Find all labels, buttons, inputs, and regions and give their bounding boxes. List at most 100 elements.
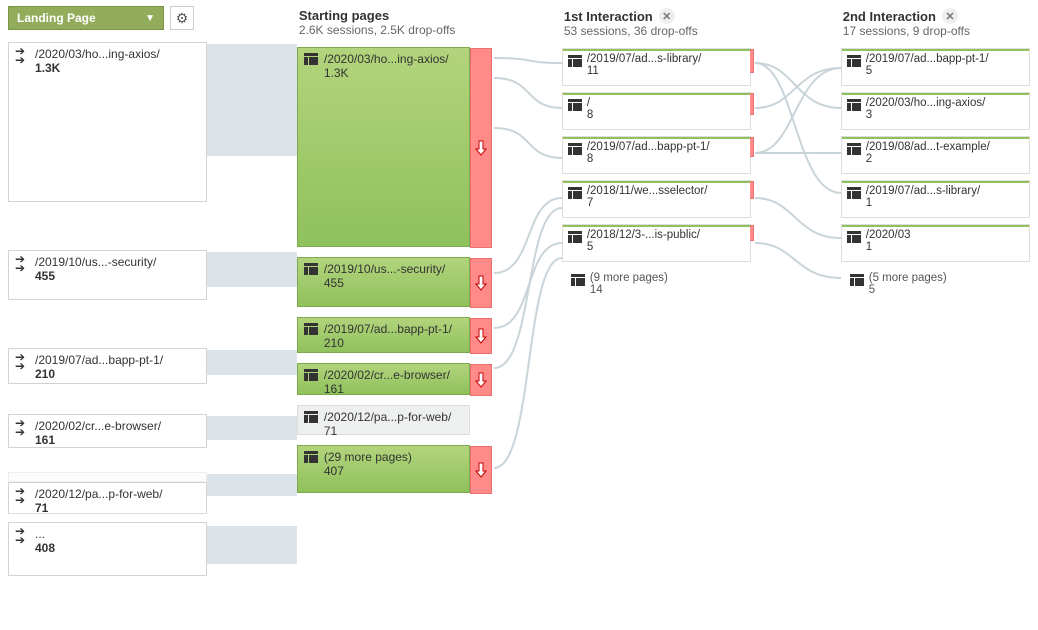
- interaction-node[interactable]: /2019/08/ad...t-example/2: [841, 136, 1030, 174]
- dropoff-arrow-icon: [475, 328, 487, 344]
- page-icon: [847, 99, 861, 111]
- dropoff-indicator[interactable]: [470, 318, 492, 354]
- interaction-node[interactable]: /2019/07/ad...bapp-pt-1/8: [562, 136, 751, 174]
- node-value: 210: [35, 367, 200, 381]
- node-value: 3: [866, 109, 1025, 121]
- node-path: /: [587, 97, 746, 109]
- node-value: 407: [324, 464, 465, 478]
- page-icon: [568, 231, 582, 243]
- starting-page-node[interactable]: /2019/10/us...-security/455: [297, 257, 470, 307]
- dropoff-arrow-icon: [475, 462, 487, 478]
- dropoff-arrow-icon: [475, 275, 487, 291]
- node-path: /2019/08/ad...t-example/: [866, 141, 1025, 153]
- node-value: 1: [866, 197, 1025, 209]
- flow-connector: [207, 44, 297, 156]
- landing-node[interactable]: ➔➔...408: [8, 522, 207, 576]
- node-value: 161: [324, 382, 465, 396]
- dropoff-arrow-icon: [475, 140, 487, 156]
- interaction-node[interactable]: /2020/031: [841, 224, 1030, 262]
- flow-connector: [207, 416, 297, 440]
- flow-connector: [207, 350, 297, 375]
- page-icon: [304, 323, 318, 335]
- page-icon: [850, 274, 864, 286]
- stage-title-2nd: 2nd Interaction: [843, 9, 936, 24]
- node-value: 71: [35, 501, 200, 515]
- node-path: /2019/07/ad...bapp-pt-1/: [866, 53, 1025, 65]
- more-pages-row[interactable]: (5 more pages)5: [841, 268, 1030, 300]
- page-icon: [304, 53, 318, 65]
- page-icon: [568, 99, 582, 111]
- node-value: 5: [587, 241, 746, 253]
- node-value: 161: [35, 433, 200, 447]
- landing-node[interactable]: ➔➔/2019/07/ad...bapp-pt-1/210: [8, 348, 207, 384]
- landing-node[interactable]: ➔➔/2020/02/cr...e-browser/161: [8, 414, 207, 448]
- page-icon: [847, 55, 861, 67]
- interaction-node[interactable]: /2019/07/ad...s-library/11: [562, 48, 751, 86]
- page-icon: [568, 187, 582, 199]
- interaction-node[interactable]: /8: [562, 92, 751, 130]
- flow-connector: [207, 474, 297, 496]
- node-path: /2020/12/pa...p-for-web/: [35, 487, 200, 501]
- flow-arrows-icon: ➔➔: [15, 419, 31, 437]
- dropoff-indicator[interactable]: [470, 364, 492, 396]
- flow-connector: [207, 252, 297, 287]
- page-icon: [304, 411, 318, 423]
- node-path: /2018/12/3-...is-public/: [587, 229, 746, 241]
- node-path: /2019/07/ad...bapp-pt-1/: [587, 141, 746, 153]
- dropoff-indicator[interactable]: [470, 48, 492, 248]
- dropoff-indicator[interactable]: [470, 258, 492, 308]
- interaction-node[interactable]: /2018/12/3-...is-public/5: [562, 224, 751, 262]
- node-value: 8: [587, 109, 746, 121]
- interaction-node[interactable]: /2019/07/ad...bapp-pt-1/5: [841, 48, 1030, 86]
- close-stage-button[interactable]: ✕: [659, 8, 675, 24]
- flow-arrows-icon: ➔➔: [15, 255, 31, 273]
- page-icon: [304, 263, 318, 275]
- node-path: /2019/07/ad...s-library/: [587, 53, 746, 65]
- node-value: 5: [866, 65, 1025, 77]
- close-icon: ✕: [945, 10, 954, 23]
- flow-curves: [755, 8, 841, 408]
- page-icon: [304, 369, 318, 381]
- node-path: /2019/07/ad...bapp-pt-1/: [35, 353, 200, 367]
- flow-arrows-icon: ➔➔: [15, 47, 31, 65]
- flow-connector: [207, 526, 297, 564]
- page-icon: [847, 187, 861, 199]
- node-path: /2018/11/we...sselector/: [587, 185, 746, 197]
- starting-page-node[interactable]: /2020/03/ho...ing-axios/1.3K: [297, 47, 470, 247]
- close-stage-button[interactable]: ✕: [942, 8, 958, 24]
- close-icon: ✕: [662, 10, 671, 23]
- starting-page-node[interactable]: (29 more pages)407: [297, 445, 470, 493]
- node-path: ...: [35, 527, 200, 541]
- starting-page-node[interactable]: /2020/12/pa...p-for-web/71: [297, 405, 470, 435]
- node-path: /2020/03/ho...ing-axios/: [866, 97, 1025, 109]
- stage-title-1st: 1st Interaction: [564, 9, 653, 24]
- stage-sub-starting: 2.6K sessions, 2.5K drop-offs: [297, 23, 470, 37]
- node-value: 455: [324, 276, 465, 290]
- interaction-node[interactable]: /2018/11/we...sselector/7: [562, 180, 751, 218]
- node-value: 1: [866, 241, 1025, 253]
- node-value: 1.3K: [324, 66, 465, 80]
- page-icon: [847, 231, 861, 243]
- more-pages-row[interactable]: (9 more pages)14: [562, 268, 751, 300]
- landing-node[interactable]: ➔➔/2020/03/ho...ing-axios/1.3K: [8, 42, 207, 202]
- page-icon: [571, 274, 585, 286]
- more-label: (5 more pages): [869, 272, 947, 284]
- starting-page-node[interactable]: /2020/02/cr...e-browser/161: [297, 363, 470, 395]
- dropoff-indicator[interactable]: [470, 446, 492, 494]
- node-path: /2019/10/us...-security/: [324, 262, 465, 276]
- node-value: 8: [587, 153, 746, 165]
- node-value: 11: [587, 65, 746, 77]
- node-path: /2020/02/cr...e-browser/: [324, 368, 465, 382]
- landing-node[interactable]: ➔➔/2019/10/us...-security/455: [8, 250, 207, 300]
- flow-arrows-icon: ➔➔: [15, 527, 31, 545]
- interaction-node[interactable]: /2019/07/ad...s-library/1: [841, 180, 1030, 218]
- interaction-node[interactable]: /2020/03/ho...ing-axios/3: [841, 92, 1030, 130]
- landing-node[interactable]: ➔➔/2020/12/pa...p-for-web/71: [8, 482, 207, 514]
- node-value: 210: [324, 336, 465, 350]
- node-path: /2020/03/ho...ing-axios/: [35, 47, 200, 61]
- node-path: /2019/07/ad...s-library/: [866, 185, 1025, 197]
- starting-page-node[interactable]: /2019/07/ad...bapp-pt-1/210: [297, 317, 470, 353]
- page-icon: [568, 143, 582, 155]
- node-path: /2020/03/ho...ing-axios/: [324, 52, 465, 66]
- node-path: /2019/10/us...-security/: [35, 255, 200, 269]
